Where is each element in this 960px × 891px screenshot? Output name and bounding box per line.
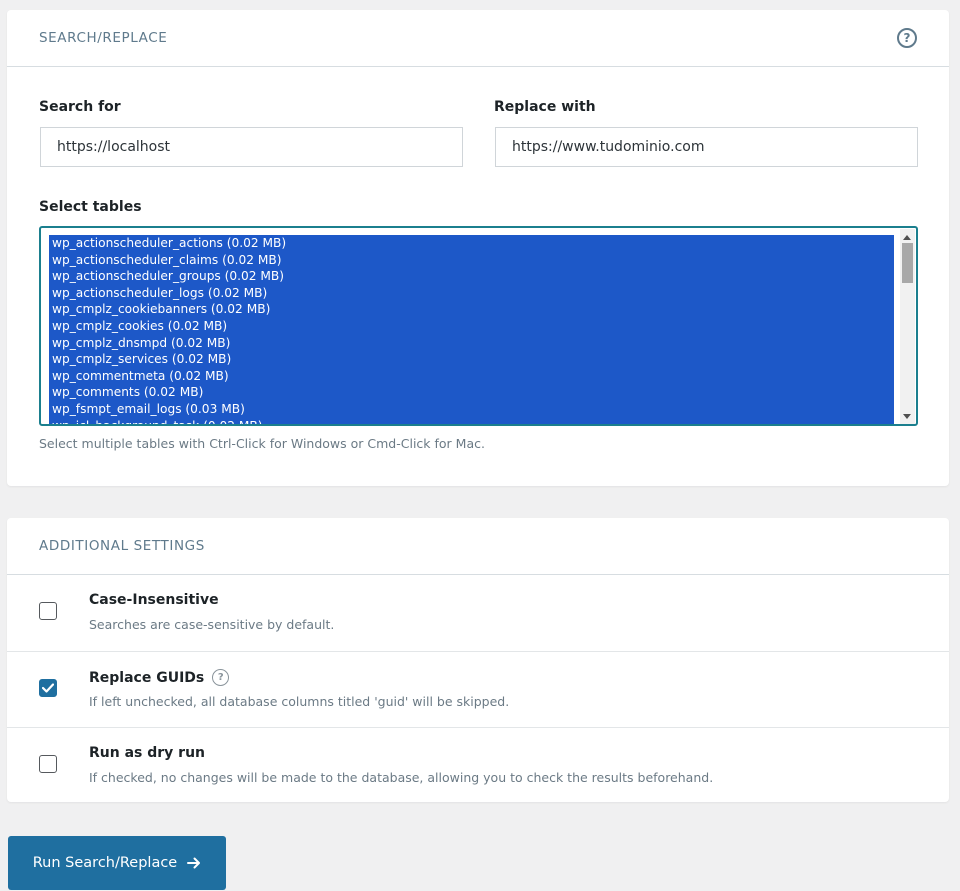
table-option[interactable]: wp_cmplz_cookiebanners (0.02 MB): [49, 301, 894, 318]
table-option[interactable]: wp_actionscheduler_claims (0.02 MB): [49, 252, 894, 269]
replace-guids-description: If left unchecked, all database columns …: [89, 694, 510, 709]
table-option[interactable]: wp_actionscheduler_logs (0.02 MB): [49, 285, 894, 302]
case-insensitive-description: Searches are case-sensitive by default.: [89, 617, 335, 632]
replace-guids-label: Replace GUIDs: [89, 669, 205, 686]
table-option[interactable]: wp_actionscheduler_groups (0.02 MB): [49, 268, 894, 285]
replace-guids-checkbox[interactable]: [39, 679, 57, 697]
table-option[interactable]: wp_icl_background_task (0.02 MB): [49, 418, 894, 424]
scroll-down-icon[interactable]: [903, 414, 911, 419]
select-tables-label: Select tables: [39, 199, 142, 215]
tables-list[interactable]: wp_actionscheduler_actions (0.02 MB) wp_…: [49, 235, 894, 424]
additional-settings-title: ADDITIONAL SETTINGS: [39, 538, 205, 554]
tables-multiselect[interactable]: wp_actionscheduler_actions (0.02 MB) wp_…: [39, 226, 918, 426]
table-option[interactable]: wp_cmplz_dnsmpd (0.02 MB): [49, 335, 894, 352]
table-option[interactable]: wp_cmplz_services (0.02 MB): [49, 351, 894, 368]
run-search-replace-button[interactable]: Run Search/Replace: [8, 836, 226, 890]
table-option[interactable]: wp_commentmeta (0.02 MB): [49, 368, 894, 385]
search-replace-header: SEARCH/REPLACE ?: [7, 10, 949, 67]
question-circle-icon[interactable]: ?: [897, 28, 917, 48]
scroll-up-icon[interactable]: [903, 235, 911, 240]
setting-case-insensitive: Case-Insensitive Searches are case-sensi…: [7, 575, 949, 651]
dry-run-checkbox[interactable]: [39, 755, 57, 773]
tables-scrollbar[interactable]: [900, 229, 915, 424]
search-replace-panel: SEARCH/REPLACE ? Search for Replace with…: [7, 10, 949, 486]
additional-settings-header: ADDITIONAL SETTINGS: [7, 518, 949, 575]
setting-replace-guids: Replace GUIDs ? If left unchecked, all d…: [7, 651, 949, 727]
question-circle-icon[interactable]: ?: [212, 669, 230, 686]
scroll-thumb[interactable]: [902, 243, 913, 283]
run-button-label: Run Search/Replace: [32, 855, 178, 871]
table-option[interactable]: wp_cmplz_cookies (0.02 MB): [49, 318, 894, 335]
replace-with-label: Replace with: [494, 99, 596, 115]
replace-guids-title: Replace GUIDs ?: [89, 669, 230, 686]
search-input[interactable]: [40, 127, 463, 167]
arrow-right-icon: [187, 856, 201, 870]
setting-dry-run: Run as dry run If checked, no changes wi…: [7, 727, 949, 803]
case-insensitive-checkbox[interactable]: [39, 602, 57, 620]
table-option[interactable]: wp_fsmpt_email_logs (0.03 MB): [49, 401, 894, 418]
checkmark-icon: [42, 683, 54, 693]
search-for-label: Search for: [39, 99, 121, 115]
search-replace-title: SEARCH/REPLACE: [39, 30, 168, 46]
case-insensitive-label: Case-Insensitive: [89, 592, 219, 608]
tables-hint: Select multiple tables with Ctrl-Click f…: [39, 436, 485, 451]
table-option[interactable]: wp_actionscheduler_actions (0.02 MB): [49, 235, 894, 252]
dry-run-description: If checked, no changes will be made to t…: [89, 770, 714, 785]
replace-input[interactable]: [495, 127, 918, 167]
table-option[interactable]: wp_comments (0.02 MB): [49, 384, 894, 401]
additional-settings-panel: ADDITIONAL SETTINGS Case-Insensitive Sea…: [7, 518, 949, 802]
dry-run-label: Run as dry run: [89, 745, 206, 761]
